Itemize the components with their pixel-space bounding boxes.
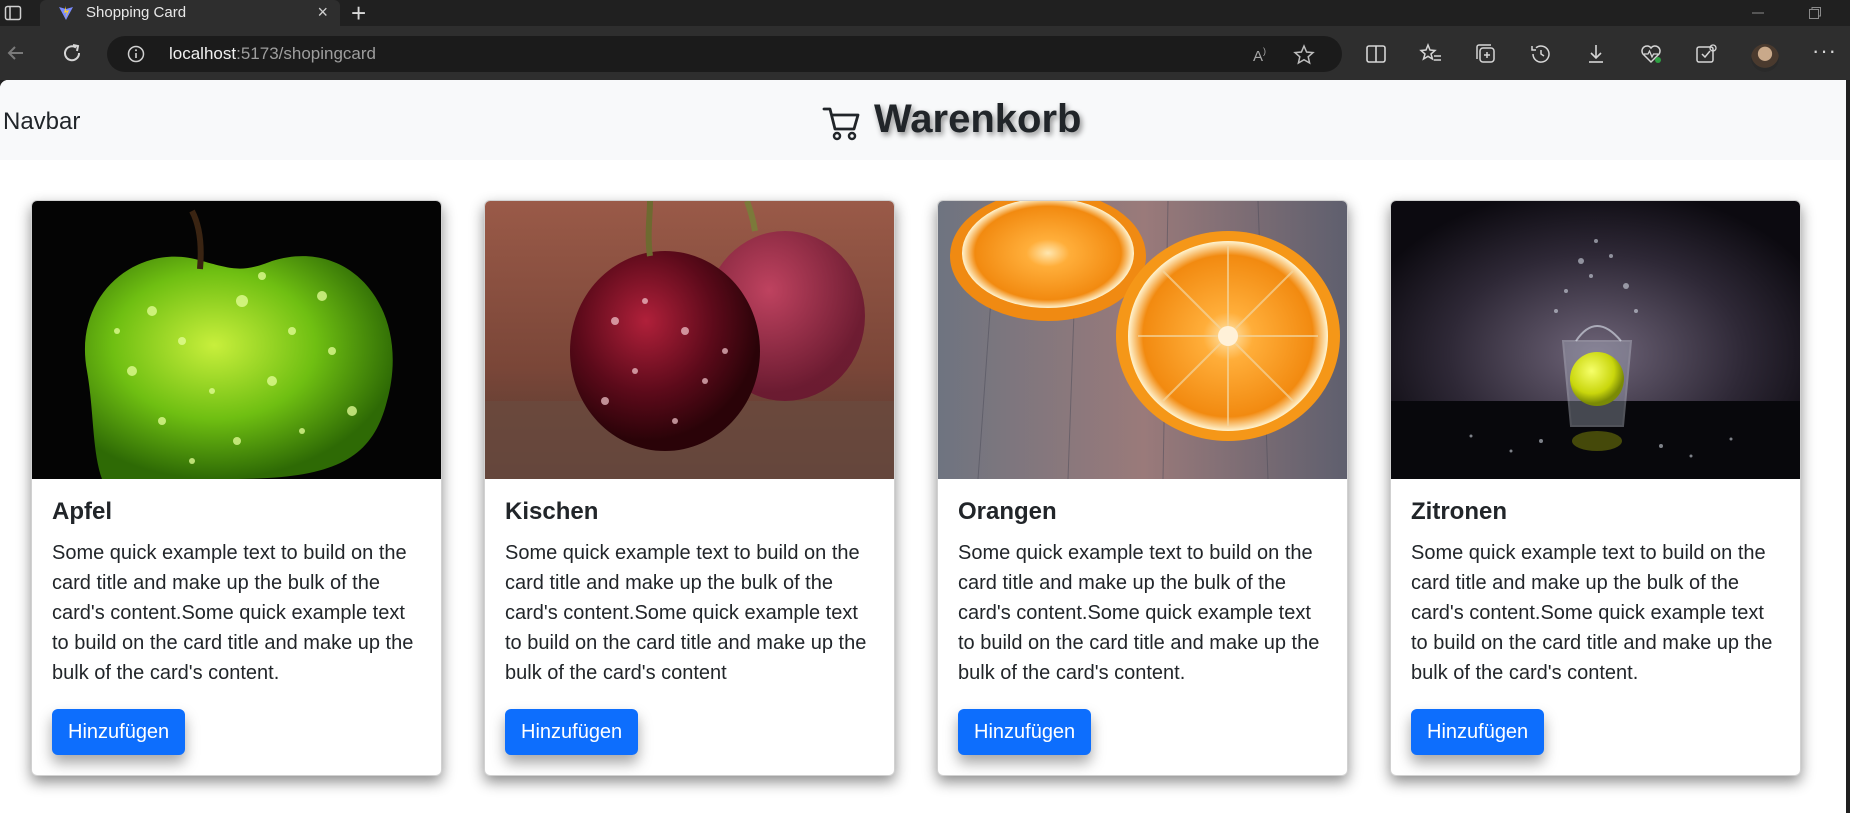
navbar: Navbar Warenkorb [0, 80, 1846, 160]
card-title: Orangen [958, 498, 1057, 525]
card-body: Zitronen Some quick example text to buil… [1411, 498, 1785, 688]
svg-text:A: A [1253, 48, 1263, 65]
add-to-cart-button[interactable]: Hinzufügen [52, 709, 186, 755]
new-tab-button[interactable]: + [351, 0, 366, 26]
browser-essentials-icon[interactable] [1639, 42, 1663, 66]
product-card-apfel: Apfel Some quick example text to build o… [31, 200, 442, 776]
browser-toolbar: localhost:5173/shopingcard A) ··· [0, 26, 1850, 80]
tab-title: Shopping Card [86, 4, 187, 21]
page-heading: Warenkorb [822, 94, 1081, 144]
address-bar[interactable]: localhost:5173/shopingcard A) [107, 36, 1342, 72]
add-to-cart-button[interactable]: Hinzufügen [1411, 709, 1545, 755]
page-title: Warenkorb [874, 96, 1082, 141]
back-icon[interactable] [3, 40, 29, 66]
apple-image [32, 201, 441, 479]
add-to-cart-button[interactable]: Hinzufügen [505, 709, 639, 755]
add-to-cart-button[interactable]: Hinzufügen [958, 709, 1092, 755]
cherry-image [485, 201, 894, 479]
page-viewport: Navbar Warenkorb Apfel Some quick exampl… [0, 80, 1846, 813]
downloads-icon[interactable] [1584, 42, 1608, 66]
browser-tab[interactable]: Shopping Card × [40, 0, 340, 26]
profile-avatar[interactable] [1751, 44, 1779, 72]
url-path: :5173/shopingcard [236, 44, 376, 63]
site-info-icon[interactable] [127, 45, 145, 63]
browser-titlebar: Shopping Card × + [0, 0, 1850, 26]
history-icon[interactable] [1529, 42, 1553, 66]
card-title: Zitronen [1411, 498, 1507, 525]
product-card-kischen: Kischen Some quick example text to build… [484, 200, 895, 776]
tab-close-icon[interactable]: × [317, 2, 328, 23]
card-body: Kischen Some quick example text to build… [505, 498, 879, 688]
read-aloud-icon[interactable]: A) [1251, 44, 1273, 66]
lemon-image [1391, 201, 1800, 479]
card-text: Some quick example text to build on the … [958, 542, 1320, 684]
favorite-star-icon[interactable] [1293, 44, 1315, 66]
product-card-zitronen: Zitronen Some quick example text to buil… [1390, 200, 1801, 776]
card-text: Some quick example text to build on the … [505, 542, 867, 684]
url-text[interactable]: localhost:5173/shopingcard [169, 44, 376, 64]
minimize-icon[interactable] [1751, 6, 1765, 20]
orange-image [938, 201, 1347, 479]
card-body: Apfel Some quick example text to build o… [52, 498, 426, 688]
refresh-icon[interactable] [59, 40, 85, 66]
extensions-icon[interactable] [1694, 42, 1718, 66]
navbar-brand[interactable]: Navbar [3, 108, 80, 136]
url-host: localhost [169, 44, 237, 63]
restore-icon[interactable] [1808, 6, 1822, 20]
card-text: Some quick example text to build on the … [1411, 542, 1773, 684]
card-text: Some quick example text to build on the … [52, 542, 414, 684]
favorites-icon[interactable] [1419, 42, 1443, 66]
vite-favicon-icon [59, 6, 73, 20]
more-options-icon[interactable]: ··· [1812, 38, 1837, 64]
product-card-orangen: Orangen Some quick example text to build… [937, 200, 1348, 776]
card-body: Orangen Some quick example text to build… [958, 498, 1332, 688]
shopping-cart-icon [822, 107, 860, 141]
tab-actions-icon[interactable] [4, 4, 22, 22]
split-screen-icon[interactable] [1364, 42, 1388, 66]
collections-icon[interactable] [1474, 42, 1498, 66]
card-title: Kischen [505, 498, 599, 525]
card-title: Apfel [52, 498, 112, 525]
svg-text:): ) [1263, 46, 1266, 56]
